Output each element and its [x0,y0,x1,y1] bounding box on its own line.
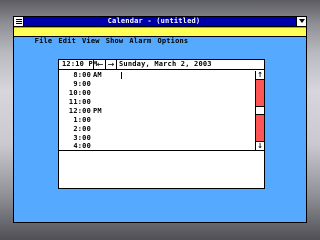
slot-time: 12:00 [68,107,91,115]
slot-period: AM [93,71,102,79]
menu-alarm[interactable]: Alarm [129,37,151,46]
slot-time: 8:00 [73,71,91,79]
slot-time: 1:00 [73,116,91,124]
notes-area[interactable] [59,150,264,188]
header-divider [116,60,117,70]
previous-day-button[interactable]: ← [95,60,105,70]
calendar-panel: 12:10 PM ← → Sunday, March 2, 2003 8:00 … [58,59,265,189]
menu-file[interactable]: File [35,37,53,46]
slot-time: 9:00 [73,80,91,88]
title-bar[interactable]: Calendar - (untitled) [14,17,306,27]
text-cursor [121,72,122,79]
calendar-header: 12:10 PM ← → Sunday, March 2, 2003 [59,60,264,70]
minimize-icon[interactable] [296,17,306,26]
scroll-down-icon[interactable]: ↓ [256,141,264,150]
header-divider [93,60,94,70]
current-date: Sunday, March 2, 2003 [119,60,212,68]
appointment-list[interactable]: 8:00 AM 9:00 10:00 11:00 12:00 PM 1:00 2… [59,71,255,150]
next-day-button[interactable]: → [106,60,116,70]
menu-edit[interactable]: Edit [58,37,76,46]
calendar-window: Calendar - (untitled) File Edit View Show Al… [13,16,307,223]
slot-period: PM [93,107,102,115]
vertical-scrollbar[interactable]: ↑ ↓ [255,71,264,150]
scroll-thumb[interactable] [256,106,264,115]
menu-show[interactable]: Show [106,37,124,46]
menu-view[interactable]: View [82,37,100,46]
window-title: Calendar - (untitled) [107,17,201,25]
slot-time: 2:00 [73,125,91,133]
scroll-up-icon[interactable]: ↑ [256,71,264,80]
menu-options[interactable]: Options [157,37,188,46]
slot-time: 10:00 [68,89,91,97]
menu-bar: File Edit View Show Alarm Options [14,28,306,45]
slot-time: 11:00 [68,98,91,106]
